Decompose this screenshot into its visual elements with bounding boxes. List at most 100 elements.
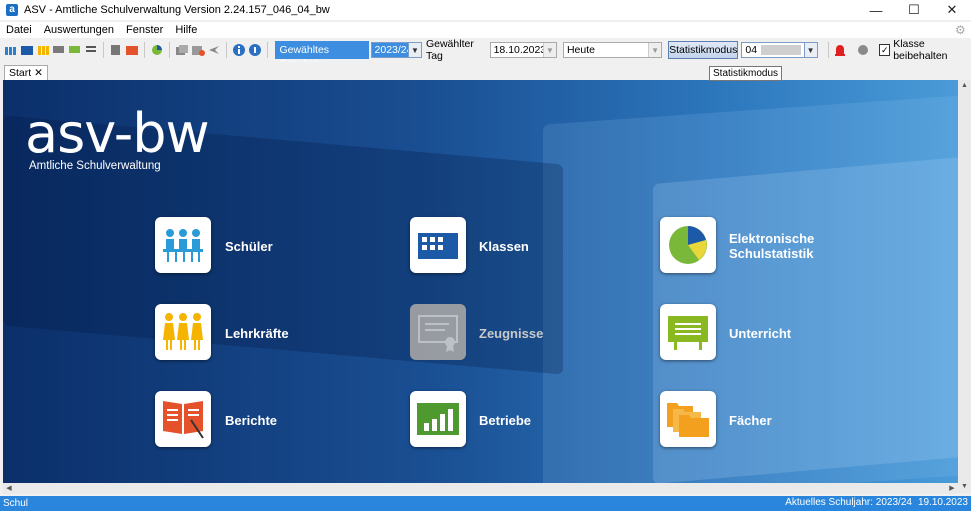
tile-label-schulstatistik[interactable]: Elektronische Schulstatistik bbox=[729, 231, 859, 261]
chevron-down-icon[interactable]: ▼ bbox=[542, 43, 556, 57]
tile-label-schueler[interactable]: Schüler bbox=[225, 239, 273, 254]
close-button[interactable]: ✕ bbox=[933, 0, 971, 20]
schuljahr-value: 2023/24 bbox=[374, 44, 413, 56]
folders-icon bbox=[667, 403, 709, 437]
statistikmodus-button[interactable]: Statistikmodus bbox=[668, 41, 739, 59]
schuljahr-select[interactable]: 2023/24 ▼ bbox=[370, 42, 422, 58]
tag-value: 18.10.2023 bbox=[493, 44, 547, 56]
tab-start[interactable]: Start ✕ bbox=[4, 65, 48, 80]
tile-label-schulstatistik-line2: Schulstatistik bbox=[729, 246, 814, 261]
export-icon[interactable] bbox=[191, 43, 205, 57]
report-icon bbox=[163, 401, 204, 439]
minimize-button[interactable]: — bbox=[857, 0, 895, 20]
toolbar: Gewähltes Schuljahr 2023/24 ▼ Gewählter … bbox=[0, 38, 971, 70]
status-schuljahr: Aktuelles Schuljahr: 2023/24 bbox=[785, 497, 912, 508]
bar-chart-icon bbox=[417, 403, 459, 435]
maximize-button[interactable]: ☐ bbox=[895, 0, 933, 20]
toolbar-separator bbox=[143, 42, 145, 58]
teachers-icon bbox=[163, 313, 203, 350]
tile-label-schulstatistik-line1: Elektronische bbox=[729, 231, 815, 246]
menu-bar: Datei Auswertungen Fenster Hilfe bbox=[0, 22, 971, 38]
board-icon bbox=[668, 316, 708, 350]
tile-label-betriebe[interactable]: Betriebe bbox=[479, 413, 531, 428]
klasse-checkbox-label: Klasse beibehalten bbox=[893, 38, 948, 62]
statistikmodus-tooltip: Statistikmodus bbox=[709, 66, 783, 81]
school-select[interactable]: 04 ▼ bbox=[741, 42, 818, 58]
toolbar-separator bbox=[103, 42, 104, 58]
window-controls: — ☐ ✕ bbox=[857, 0, 971, 20]
app-icon: a bbox=[6, 4, 18, 16]
toolbar-separator bbox=[225, 42, 227, 58]
redacted-field bbox=[761, 45, 802, 55]
tab-strip: Start ✕ bbox=[0, 62, 971, 80]
statistics-toolbar-icon[interactable] bbox=[150, 43, 164, 57]
tile-berichte[interactable] bbox=[155, 391, 211, 447]
chat-icon[interactable] bbox=[52, 43, 66, 57]
alarm-icon[interactable] bbox=[833, 43, 847, 57]
tile-lehrkraefte[interactable] bbox=[155, 304, 211, 360]
chevron-down-icon[interactable]: ▼ bbox=[407, 43, 421, 57]
heute-value: Heute bbox=[566, 44, 595, 56]
students-list-icon[interactable] bbox=[4, 43, 18, 57]
tile-label-faecher[interactable]: Fächer bbox=[729, 413, 772, 428]
schuljahr-label: Gewähltes Schuljahr bbox=[275, 41, 369, 70]
tile-label-lehrkraefte[interactable]: Lehrkräfte bbox=[225, 326, 289, 341]
tile-schueler[interactable] bbox=[155, 217, 211, 273]
asv-logo: asv-bw bbox=[25, 102, 210, 165]
tile-klassen[interactable] bbox=[410, 217, 466, 273]
status-right: Aktuelles Schuljahr: 2023/24 19.10.2023 bbox=[785, 497, 968, 508]
scroll-left-icon[interactable]: ◀ bbox=[3, 483, 15, 494]
info-icon[interactable] bbox=[232, 43, 246, 57]
tag-field[interactable]: 18.10.2023 ▼ bbox=[489, 42, 557, 58]
tile-schulstatistik[interactable] bbox=[660, 217, 716, 273]
help-icon[interactable] bbox=[248, 43, 262, 57]
flash-icon[interactable] bbox=[207, 43, 221, 57]
tile-betriebe[interactable] bbox=[410, 391, 466, 447]
certificate-icon bbox=[418, 315, 458, 352]
scroll-down-icon[interactable]: ▼ bbox=[958, 481, 971, 493]
gear-icon[interactable]: ⚙ bbox=[955, 24, 967, 36]
menu-fenster[interactable]: Fenster bbox=[120, 24, 169, 36]
horizontal-scrollbar[interactable]: ◀ ▶ bbox=[3, 483, 958, 494]
chevron-down-icon[interactable]: ▼ bbox=[648, 43, 662, 57]
title-bar: a ASV - Amtliche Schulverwaltung Version… bbox=[0, 0, 971, 20]
tile-label-unterricht[interactable]: Unterricht bbox=[729, 326, 791, 341]
status-bar: Schul Aktuelles Schuljahr: 2023/24 19.10… bbox=[0, 496, 971, 511]
tile-faecher[interactable] bbox=[660, 391, 716, 447]
toolbar-separator bbox=[827, 42, 829, 58]
classes-toolbar-icon[interactable] bbox=[20, 43, 34, 57]
start-dashboard: asv-bw Amtliche Schulverwaltung Schüler … bbox=[3, 80, 958, 493]
school-value: 04 bbox=[745, 44, 758, 56]
toolbar-separator bbox=[168, 42, 170, 58]
klasse-checkbox-row[interactable]: ✓ Klasse beibehalten bbox=[879, 38, 971, 62]
status-left-text: Schul bbox=[3, 498, 29, 509]
menu-datei[interactable]: Datei bbox=[0, 24, 38, 36]
toolbar-separator bbox=[266, 42, 268, 58]
heute-select[interactable]: Heute ▼ bbox=[562, 42, 663, 58]
vertical-scrollbar[interactable]: ▲ ▼ bbox=[958, 80, 971, 493]
teachers-toolbar-icon[interactable] bbox=[36, 43, 50, 57]
logo-subtitle: Amtliche Schulverwaltung bbox=[29, 160, 161, 172]
message-icon[interactable] bbox=[68, 43, 82, 57]
tile-label-zeugnisse: Zeugnisse bbox=[479, 326, 544, 341]
scroll-up-icon[interactable]: ▲ bbox=[958, 80, 971, 92]
report-toolbar-icon[interactable] bbox=[125, 43, 139, 57]
students-icon bbox=[163, 229, 203, 262]
record-icon[interactable] bbox=[856, 43, 870, 57]
menu-auswertungen[interactable]: Auswertungen bbox=[38, 24, 120, 36]
book-icon[interactable] bbox=[109, 43, 123, 57]
classes-icon bbox=[418, 233, 458, 259]
tag-label: Gewählter Tag bbox=[425, 38, 474, 62]
window-title: ASV - Amtliche Schulverwaltung Version 2… bbox=[24, 4, 330, 16]
tile-unterricht[interactable] bbox=[660, 304, 716, 360]
status-date: 19.10.2023 bbox=[917, 497, 968, 508]
tile-zeugnisse bbox=[410, 304, 466, 360]
menu-hilfe[interactable]: Hilfe bbox=[169, 24, 203, 36]
copy-icon[interactable] bbox=[175, 43, 189, 57]
list-icon[interactable] bbox=[84, 43, 98, 57]
klasse-checkbox[interactable]: ✓ bbox=[879, 44, 891, 56]
tile-label-berichte[interactable]: Berichte bbox=[225, 413, 277, 428]
chevron-down-icon[interactable]: ▼ bbox=[803, 43, 817, 57]
scroll-right-icon[interactable]: ▶ bbox=[946, 483, 958, 494]
tile-label-klassen[interactable]: Klassen bbox=[479, 239, 529, 254]
